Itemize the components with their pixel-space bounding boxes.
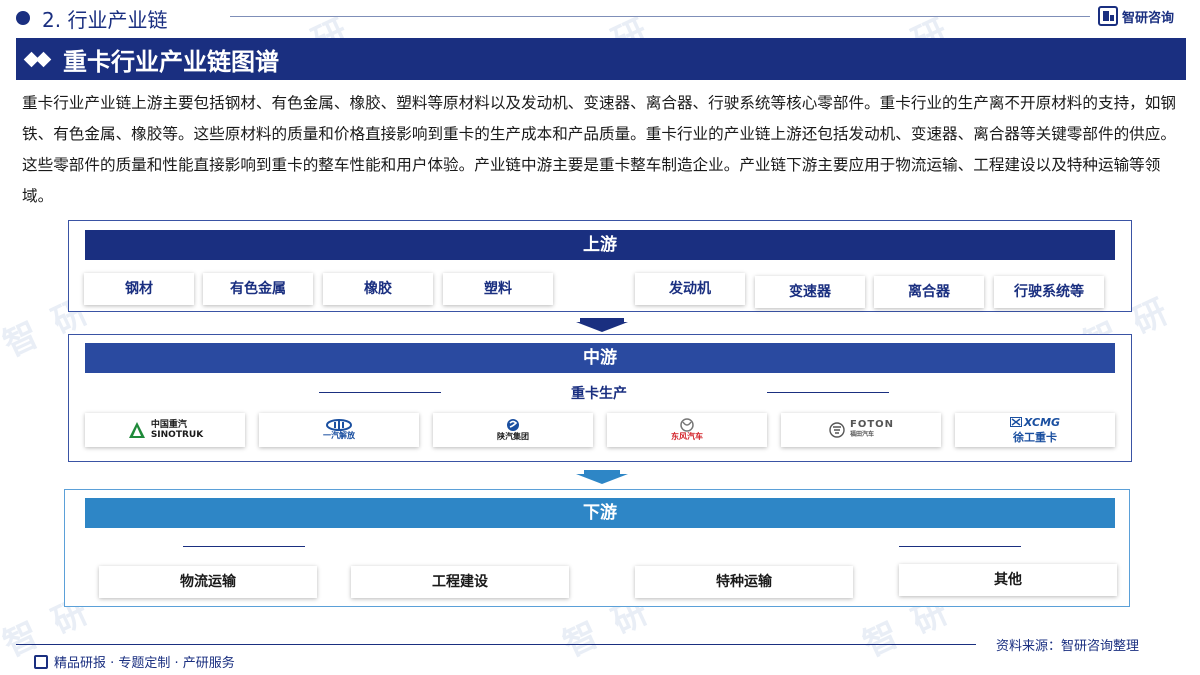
component-card: 发动机: [635, 273, 745, 305]
bullet-icon: [16, 11, 30, 25]
divider-line: [319, 392, 441, 393]
top-header: 2. 行业产业链 智研咨询: [0, 0, 1200, 34]
company-name: FOTON: [849, 419, 895, 430]
brand-name: 智研咨询: [1122, 10, 1175, 26]
component-card: 离合器: [874, 276, 984, 308]
company-logo-card: 陕汽集团: [433, 413, 593, 447]
sinotruk-logo-icon: [128, 422, 145, 438]
section-title: 2. 行业产业链: [42, 8, 168, 32]
faw-logo-icon: [326, 419, 352, 431]
midstream-band: 中游: [85, 343, 1115, 373]
midstream-panel: 中游 重卡生产 中国重汽 SINOTRUK 一汽解放 陕汽集团 东风汽车 FOT…: [68, 334, 1132, 462]
midstream-sub-label: 重卡生产: [571, 386, 627, 402]
downstream-band: 下游: [85, 498, 1115, 528]
component-card: 变速器: [755, 276, 865, 308]
company-name: XCMG: [1023, 415, 1061, 429]
footer-divider: [16, 644, 976, 645]
flow-arrow-icon: [576, 474, 628, 484]
application-card: 特种运输: [635, 566, 853, 598]
xcmg-logo-icon: [1009, 417, 1022, 427]
material-card: 钢材: [84, 273, 194, 305]
material-card: 有色金属: [203, 273, 313, 305]
intro-paragraph: 重卡行业产业链上游主要包括钢材、有色金属、橡胶、塑料等原材料以及发动机、变速器、…: [22, 94, 1176, 205]
company-logo-card: FOTON 福田汽车: [781, 413, 941, 447]
flow-arrow-icon: [576, 322, 628, 332]
brand-logo-icon: [1098, 6, 1118, 26]
divider-line: [767, 392, 889, 393]
footer-tagline-group: 精品研报 · 专题定制 · 产研服务: [34, 652, 235, 671]
source-note: 资料来源：智研咨询整理: [996, 639, 1140, 654]
company-name: 陕汽集团: [497, 432, 529, 441]
dongfeng-logo-icon: [680, 418, 694, 432]
brand-logo-icon: [34, 654, 48, 669]
company-logo-card: 东风汽车: [607, 413, 767, 447]
application-card: 其他: [899, 564, 1117, 596]
divider-line: [183, 546, 305, 547]
company-name: 中国重汽: [150, 420, 187, 430]
shacman-logo-icon: [507, 419, 519, 431]
component-card: 行驶系统等: [994, 276, 1104, 308]
footer-tagline: 精品研报 · 专题定制 · 产研服务: [54, 656, 235, 671]
company-logo-card: XCMG 徐工重卡: [955, 413, 1115, 447]
company-name: 东风汽车: [671, 432, 703, 441]
page-title: 重卡行业产业链图谱: [63, 47, 279, 76]
upstream-panel: 上游 钢材 有色金属 橡胶 塑料 发动机 变速器 离合器 行驶系统等: [68, 220, 1132, 312]
diamond-icon: [23, 51, 52, 67]
company-sub-name: SINOTRUK: [150, 430, 204, 440]
company-sub-name: 福田汽车: [849, 431, 874, 438]
foton-logo-icon: [829, 422, 845, 438]
upstream-band: 上游: [85, 230, 1115, 260]
title-bar: 重卡行业产业链图谱: [16, 38, 1186, 80]
header-divider: [230, 16, 1090, 17]
material-card: 橡胶: [323, 273, 433, 305]
company-sub-name: 徐工重卡: [1012, 430, 1057, 444]
company-name: 一汽解放: [323, 431, 355, 440]
divider-line: [899, 546, 1021, 547]
company-logo-card: 一汽解放: [259, 413, 419, 447]
brand-logo: 智研咨询: [1098, 6, 1174, 26]
application-card: 物流运输: [99, 566, 317, 598]
material-card: 塑料: [443, 273, 553, 305]
company-logo-card: 中国重汽 SINOTRUK: [85, 413, 245, 447]
downstream-panel: 下游 物流运输 工程建设 特种运输 其他: [64, 489, 1130, 607]
application-card: 工程建设: [351, 566, 569, 598]
